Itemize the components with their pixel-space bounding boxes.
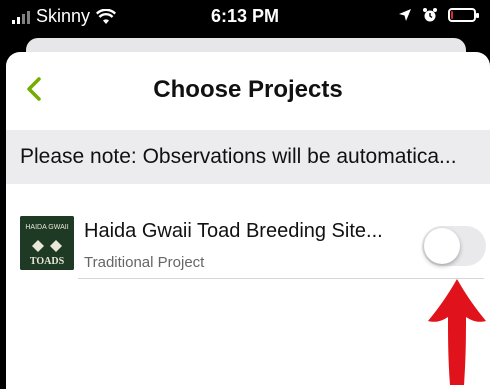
project-row[interactable]: HAIDA GWAII TOADS Haida Gwaii Toad Breed… (6, 200, 490, 280)
choose-projects-sheet: Choose Projects Please note: Observation… (6, 52, 490, 389)
notice-text: Please note: Observations will be automa… (20, 145, 457, 168)
location-arrow-icon (399, 9, 411, 21)
toggle-knob (424, 228, 460, 264)
status-right-icons (398, 7, 479, 23)
logo-bottom-text: TOADS (30, 256, 65, 267)
battery-level (451, 11, 453, 19)
project-logo: HAIDA GWAII TOADS (20, 216, 74, 270)
status-bar: Skinny 6:13 PM (0, 0, 490, 34)
alarm-icon (423, 8, 437, 22)
project-title: Haida Gwaii Toad Breeding Site... (84, 220, 383, 242)
logo-top-text: HAIDA GWAII (25, 224, 68, 231)
notice-banner: Please note: Observations will be automa… (6, 130, 490, 184)
page-title: Choose Projects (153, 76, 343, 103)
toad-logo-icon: HAIDA GWAII TOADS (20, 216, 74, 270)
red-arrow-up-icon (428, 279, 486, 385)
battery-icon (448, 8, 479, 22)
project-join-toggle[interactable] (422, 226, 486, 266)
project-type: Traditional Project (84, 254, 205, 271)
